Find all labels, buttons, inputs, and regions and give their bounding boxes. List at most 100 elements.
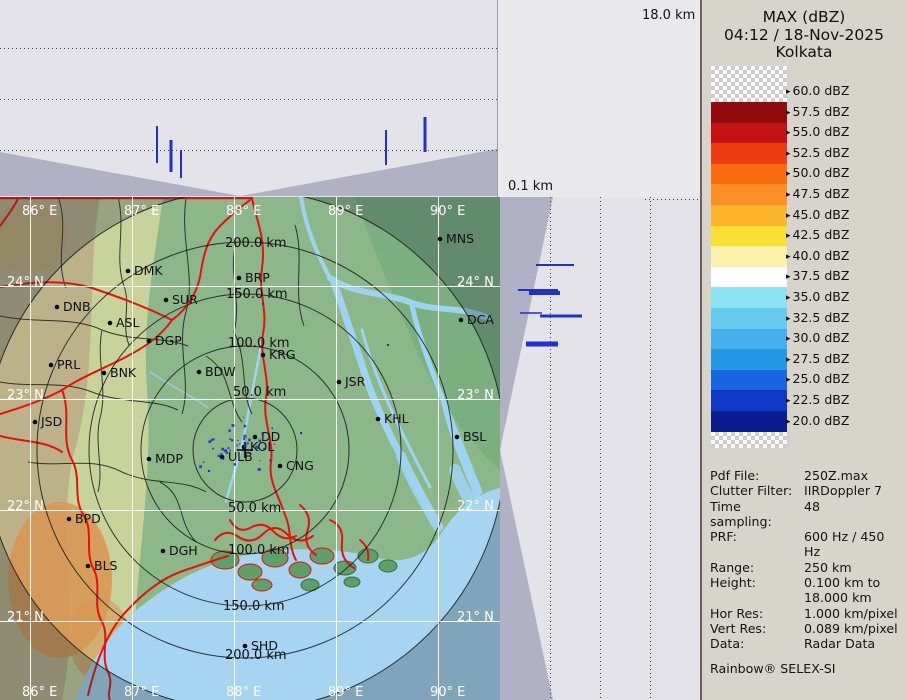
dbz-scale-label: ▸45.0 dBZ xyxy=(786,207,849,222)
metadata-label: PRF: xyxy=(710,529,804,560)
echo-pixel xyxy=(263,448,265,450)
echo-pixel xyxy=(211,439,213,441)
city-dot xyxy=(376,417,381,422)
dbz-scale-label: ▸47.5 dBZ xyxy=(786,186,849,201)
metadata-label-spacer xyxy=(710,590,804,605)
metadata-label: Pdf File: xyxy=(710,468,804,483)
city-label: BPD xyxy=(75,511,101,526)
city-dot xyxy=(261,353,266,358)
dbz-value-text: 25.0 dBZ xyxy=(793,371,850,386)
dbz-value-text: 55.0 dBZ xyxy=(793,124,850,139)
metadata-value: 1.000 km/pixel xyxy=(804,606,902,621)
city-dot xyxy=(438,237,443,242)
echo-pixel xyxy=(239,443,240,444)
tick-arrow-icon: ▸ xyxy=(786,375,791,385)
echo-pixel xyxy=(226,452,228,454)
tick-arrow-icon: ▸ xyxy=(786,190,791,200)
city-label: JSR xyxy=(344,374,366,389)
tick-arrow-icon: ▸ xyxy=(786,108,791,118)
echo-pixel xyxy=(234,463,236,465)
city-label: BNK xyxy=(110,365,137,380)
echo-pixel xyxy=(244,425,247,428)
echo-pixel xyxy=(232,424,235,427)
ring-distance-label: 100.0 km xyxy=(228,543,290,558)
metadata-row: Clutter Filter:IIRDoppler 7 xyxy=(710,483,902,498)
echo-pixel xyxy=(222,458,224,460)
lat-label-right: 24° N xyxy=(457,275,494,290)
metadata-label: Vert Res: xyxy=(710,621,804,636)
city-dot xyxy=(49,363,54,368)
lon-label-top: 86° E xyxy=(22,204,57,219)
ring-distance-label: 200.0 km xyxy=(225,236,287,251)
dbz-value-text: 52.5 dBZ xyxy=(793,145,850,160)
radar-app-window: { "panels": { "top_height_label": "18.0 … xyxy=(0,0,906,700)
echo-pixel xyxy=(262,303,264,305)
city-label: KOL xyxy=(250,439,274,454)
dbz-value-text: 57.5 dBZ xyxy=(793,104,850,119)
city-label: CNG xyxy=(286,458,314,473)
city-dot xyxy=(102,371,107,376)
lon-label-bottom: 87° E xyxy=(124,685,159,700)
echo-pixel xyxy=(259,460,260,461)
city-label: KHL xyxy=(384,411,409,426)
ring-distance-label: 150.0 km xyxy=(223,599,285,614)
metadata-row-continued: 18.000 km xyxy=(710,590,902,605)
max-height-label: 18.0 km xyxy=(642,8,695,23)
dbz-scale-label: ▸22.5 dBZ xyxy=(786,392,849,407)
software-credit: Rainbow® SELEX-SI xyxy=(710,661,902,676)
city-label: ASL xyxy=(116,315,139,330)
city-dot xyxy=(278,464,283,469)
echo-pixel xyxy=(268,438,270,440)
dbz-scale-label: ▸42.5 dBZ xyxy=(786,227,849,242)
city-dot xyxy=(197,370,202,375)
tick-arrow-icon: ▸ xyxy=(786,169,791,179)
tick-arrow-icon: ▸ xyxy=(786,252,791,262)
dbz-scale-label: ▸30.0 dBZ xyxy=(786,330,849,345)
city-label: JSD xyxy=(40,414,62,429)
echo-pixel xyxy=(269,460,271,462)
tick-arrow-icon: ▸ xyxy=(786,417,791,427)
echo-pixel xyxy=(258,440,261,443)
tick-arrow-icon: ▸ xyxy=(786,334,791,344)
metadata-row: Time sampling:48 xyxy=(710,499,902,530)
lon-label-bottom: 90° E xyxy=(430,685,465,700)
lon-label-top: 88° E xyxy=(226,204,261,219)
metadata-value: 250Z.max xyxy=(804,468,902,483)
city-dot xyxy=(147,339,152,344)
metadata-value: 0.100 km to xyxy=(804,575,902,590)
echo-pixel xyxy=(224,450,225,451)
dbz-value-text: 32.5 dBZ xyxy=(793,310,850,325)
dbz-scale-label: ▸37.5 dBZ xyxy=(786,268,849,283)
lat-label-left: 22° N xyxy=(7,499,44,514)
dbz-scale-label: ▸40.0 dBZ xyxy=(786,248,849,263)
city-label: MNS xyxy=(446,231,474,246)
metadata-label: Hor Res: xyxy=(710,606,804,621)
metadata-value: Radar Data xyxy=(804,636,902,651)
city-dot xyxy=(337,380,342,385)
lat-label-right: 21° N xyxy=(457,610,494,625)
echo-pixel xyxy=(229,438,231,440)
metadata-label: Height: xyxy=(710,575,804,590)
echo-pixel xyxy=(231,439,233,441)
dbz-scale-label: ▸25.0 dBZ xyxy=(786,371,849,386)
dbz-scale-label: ▸27.5 dBZ xyxy=(786,351,849,366)
city-dot xyxy=(55,305,60,310)
ring-distance-label: 150.0 km xyxy=(226,287,288,302)
tick-arrow-icon: ▸ xyxy=(786,396,791,406)
echo-pixel xyxy=(387,344,389,346)
city-dot xyxy=(147,457,152,462)
echo-pixel xyxy=(221,448,223,450)
dbz-value-text: 45.0 dBZ xyxy=(793,207,850,222)
metadata-label: Data: xyxy=(710,636,804,651)
dbz-scale-labels: ▸60.0 dBZ▸57.5 dBZ▸55.0 dBZ▸52.5 dBZ▸50.… xyxy=(702,0,906,460)
tick-arrow-icon: ▸ xyxy=(786,211,791,221)
metadata-value: 0.089 km/pixel xyxy=(804,621,902,636)
echo-pixel xyxy=(248,452,250,454)
metadata-label: Clutter Filter: xyxy=(710,483,804,498)
city-label: KRG xyxy=(269,347,296,362)
metadata-value: 18.000 km xyxy=(804,590,902,605)
dbz-value-text: 40.0 dBZ xyxy=(793,248,850,263)
city-dot xyxy=(164,298,169,303)
city-dot xyxy=(33,420,38,425)
metadata-label: Time sampling: xyxy=(710,499,804,530)
